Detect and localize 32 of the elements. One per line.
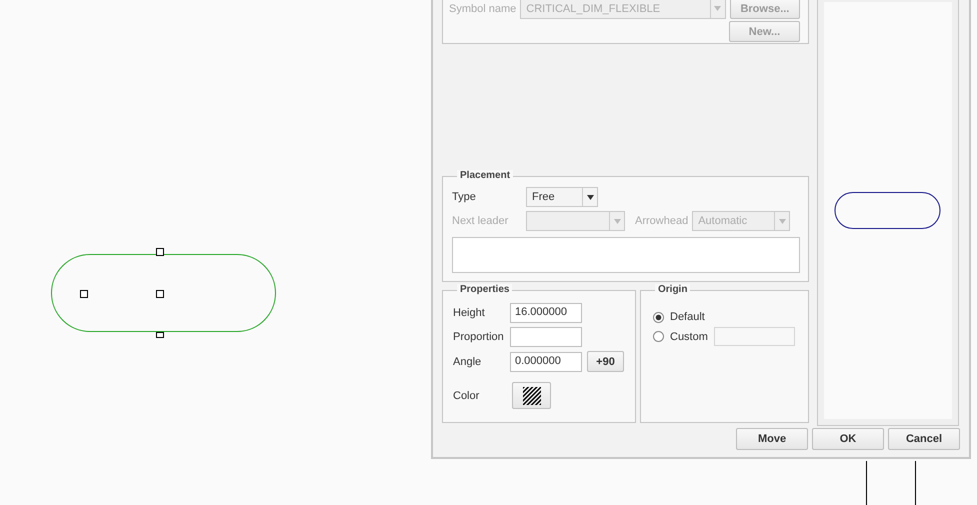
placement-title: Placement [457, 170, 514, 181]
next-leader-dropdown[interactable] [526, 211, 625, 231]
symbol-name-label: Symbol name [449, 2, 516, 14]
angle-label: Angle [453, 356, 482, 368]
arrowhead-label: Arrowhead [635, 215, 688, 227]
proportion-field[interactable] [510, 327, 582, 347]
proportion-label: Proportion [453, 331, 505, 343]
dialog-button[interactable]: Move [736, 428, 808, 450]
leader-list-field[interactable] [452, 237, 800, 273]
rotate-button[interactable]: +90 [587, 351, 624, 372]
type-dropdown[interactable]: Free [526, 187, 598, 207]
origin-radio[interactable]: Default [653, 311, 808, 323]
next-leader-label: Next leader [452, 215, 510, 227]
color-label: Color [453, 390, 480, 402]
dropdown-arrow-icon [714, 6, 722, 11]
radio-label: Default [670, 311, 705, 323]
color-button[interactable] [512, 382, 551, 409]
angle-field[interactable]: 0.000000 [510, 352, 582, 372]
dialog-button[interactable]: Cancel [888, 428, 960, 450]
height-label: Height [453, 307, 486, 319]
dialog-button[interactable]: OK [812, 428, 884, 450]
radio-label: Custom [670, 330, 708, 342]
dropdown-arrow-icon [586, 194, 594, 200]
properties-title: Properties [457, 284, 512, 295]
dropdown-arrow-icon [614, 218, 620, 224]
height-field[interactable]: 16.000000 [510, 303, 582, 323]
dropdown-arrow-icon [778, 218, 786, 224]
custom-origin-field[interactable] [714, 327, 795, 346]
origin-title: Origin [655, 284, 690, 295]
type-label: Type [452, 191, 477, 203]
origin-radio[interactable]: Custom [653, 327, 808, 346]
hatch-swatch-icon [522, 386, 540, 404]
